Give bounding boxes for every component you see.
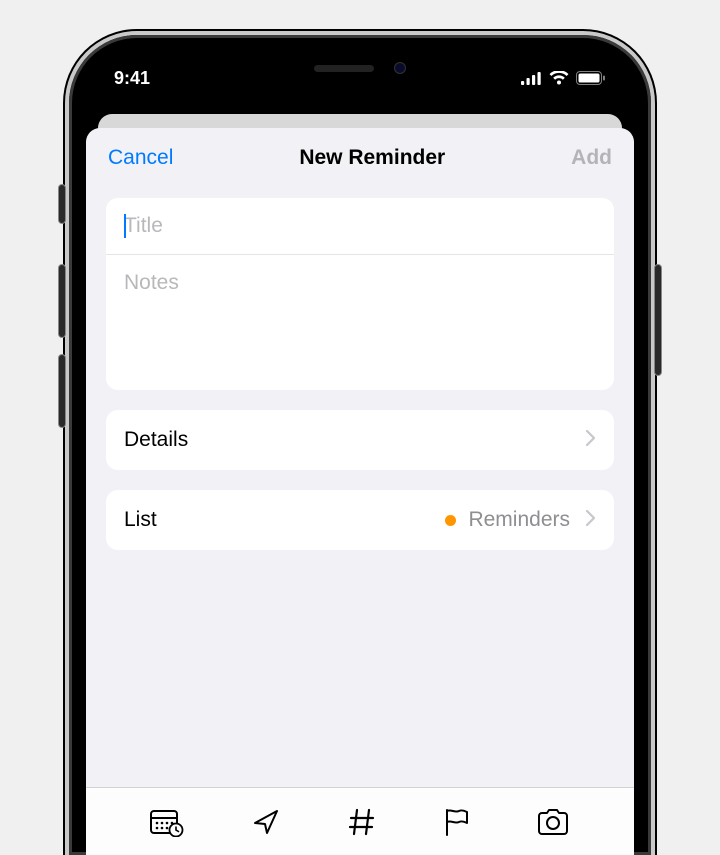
details-label: Details	[124, 428, 188, 452]
location-arrow-icon	[251, 807, 281, 837]
modal-sheet: Cancel New Reminder Add Details	[86, 128, 634, 855]
notch	[260, 52, 460, 84]
silent-switch	[59, 185, 65, 223]
list-selected-name: Reminders	[468, 508, 570, 532]
flag-icon	[443, 807, 469, 837]
tag-button[interactable]	[340, 799, 384, 845]
title-input[interactable]	[106, 198, 614, 254]
content: Details List Reminders	[86, 184, 634, 584]
keyboard-toolbar	[86, 787, 634, 855]
flag-button[interactable]	[435, 799, 477, 845]
date-time-button[interactable]	[142, 799, 192, 845]
nav-bar: Cancel New Reminder Add	[86, 128, 634, 184]
add-button[interactable]: Add	[571, 146, 612, 170]
calendar-clock-icon	[150, 807, 184, 837]
wifi-icon	[549, 71, 569, 85]
phone-frame: 9:41 Cancel	[69, 35, 651, 855]
list-color-dot	[445, 515, 456, 526]
chevron-right-icon	[586, 430, 596, 451]
list-label: List	[124, 508, 157, 532]
title-notes-card	[106, 198, 614, 390]
text-cursor	[124, 214, 126, 238]
power-button	[655, 265, 661, 375]
camera-button[interactable]	[528, 800, 578, 844]
chevron-right-icon	[586, 510, 596, 531]
screen: 9:41 Cancel	[86, 52, 634, 855]
speaker	[314, 65, 374, 72]
camera-icon	[536, 808, 570, 836]
front-camera	[394, 62, 406, 74]
page-title: New Reminder	[299, 146, 445, 170]
list-row[interactable]: List Reminders	[106, 490, 614, 550]
battery-icon	[576, 71, 606, 85]
details-row[interactable]: Details	[106, 410, 614, 470]
cancel-button[interactable]: Cancel	[108, 146, 173, 170]
hashtag-icon	[348, 807, 376, 837]
volume-down-button	[59, 355, 65, 427]
notes-input[interactable]	[106, 255, 614, 385]
location-button[interactable]	[243, 799, 289, 845]
cellular-icon	[521, 72, 542, 85]
volume-up-button	[59, 265, 65, 337]
status-time: 9:41	[114, 68, 150, 89]
